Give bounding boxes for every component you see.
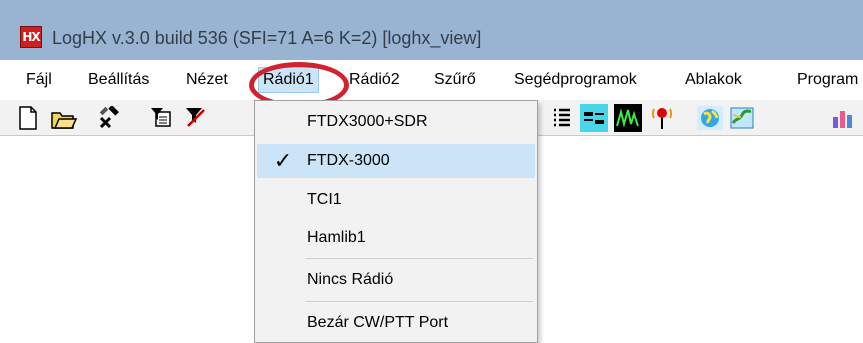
menu-file[interactable]: Fájl bbox=[22, 67, 56, 93]
menu-settings[interactable]: Beállítás bbox=[84, 67, 153, 93]
open-folder-icon[interactable] bbox=[50, 104, 78, 132]
menu-radio1[interactable]: Rádió1 bbox=[258, 67, 319, 93]
filter-off-icon[interactable] bbox=[182, 104, 210, 132]
antenna-icon[interactable] bbox=[648, 104, 676, 132]
menu-separator bbox=[305, 301, 533, 302]
menu-item-close-cw-ptt-port[interactable]: Bezár CW/PTT Port bbox=[257, 306, 535, 340]
band-map-icon[interactable] bbox=[580, 104, 608, 132]
menu-item-label: TCI1 bbox=[307, 191, 342, 208]
menu-separator bbox=[305, 258, 533, 259]
menu-program[interactable]: Program bbox=[793, 67, 862, 93]
new-document-icon[interactable] bbox=[14, 104, 42, 132]
menu-item-label: Bezár CW/PTT Port bbox=[307, 314, 449, 331]
filter-icon[interactable] bbox=[148, 104, 176, 132]
window-title: LogHX v.3.0 build 536 (SFI=71 A=6 K=2) [… bbox=[52, 28, 482, 48]
menu-radio2[interactable]: Rádió2 bbox=[345, 67, 404, 93]
menu-item-label: FTDX3000+SDR bbox=[307, 113, 428, 130]
menu-item-label: Nincs Rádió bbox=[307, 271, 394, 288]
app-icon[interactable]: HX bbox=[20, 26, 42, 48]
menu-item-tci1[interactable]: TCI1 bbox=[257, 183, 535, 217]
menu-item-no-radio[interactable]: Nincs Rádió bbox=[257, 263, 535, 297]
menu-windows[interactable]: Ablakok bbox=[681, 67, 746, 93]
title-bar: HX LogHX v.3.0 build 536 (SFI=71 A=6 K=2… bbox=[0, 0, 863, 60]
menu-item-label: FTDX-3000 bbox=[307, 152, 390, 169]
menu-item-label: Hamlib1 bbox=[307, 229, 366, 246]
menu-filter[interactable]: Szűrő bbox=[430, 67, 480, 93]
menu-utilities[interactable]: Segédprogramok bbox=[510, 67, 641, 93]
statistics-icon[interactable] bbox=[830, 104, 858, 132]
menu-bar: Fájl Beállítás Nézet Rádió1 Rádió2 Szűrő… bbox=[0, 60, 863, 100]
tools-icon[interactable] bbox=[96, 104, 124, 132]
menu-item-ftdx3000-sdr[interactable]: FTDX3000+SDR bbox=[257, 105, 535, 139]
spectrum-icon[interactable] bbox=[614, 104, 642, 132]
map-icon[interactable] bbox=[728, 104, 756, 132]
menu-item-ftdx-3000[interactable]: ✓ FTDX-3000 bbox=[257, 144, 535, 178]
checkmark-icon: ✓ bbox=[273, 148, 293, 173]
globe-icon[interactable] bbox=[696, 104, 724, 132]
radio1-dropdown: FTDX3000+SDR ✓ FTDX-3000 TCI1 Hamlib1 Ni… bbox=[254, 100, 538, 343]
menu-view[interactable]: Nézet bbox=[182, 67, 232, 93]
menu-item-hamlib1[interactable]: Hamlib1 bbox=[257, 221, 535, 255]
list-icon[interactable] bbox=[548, 104, 576, 132]
